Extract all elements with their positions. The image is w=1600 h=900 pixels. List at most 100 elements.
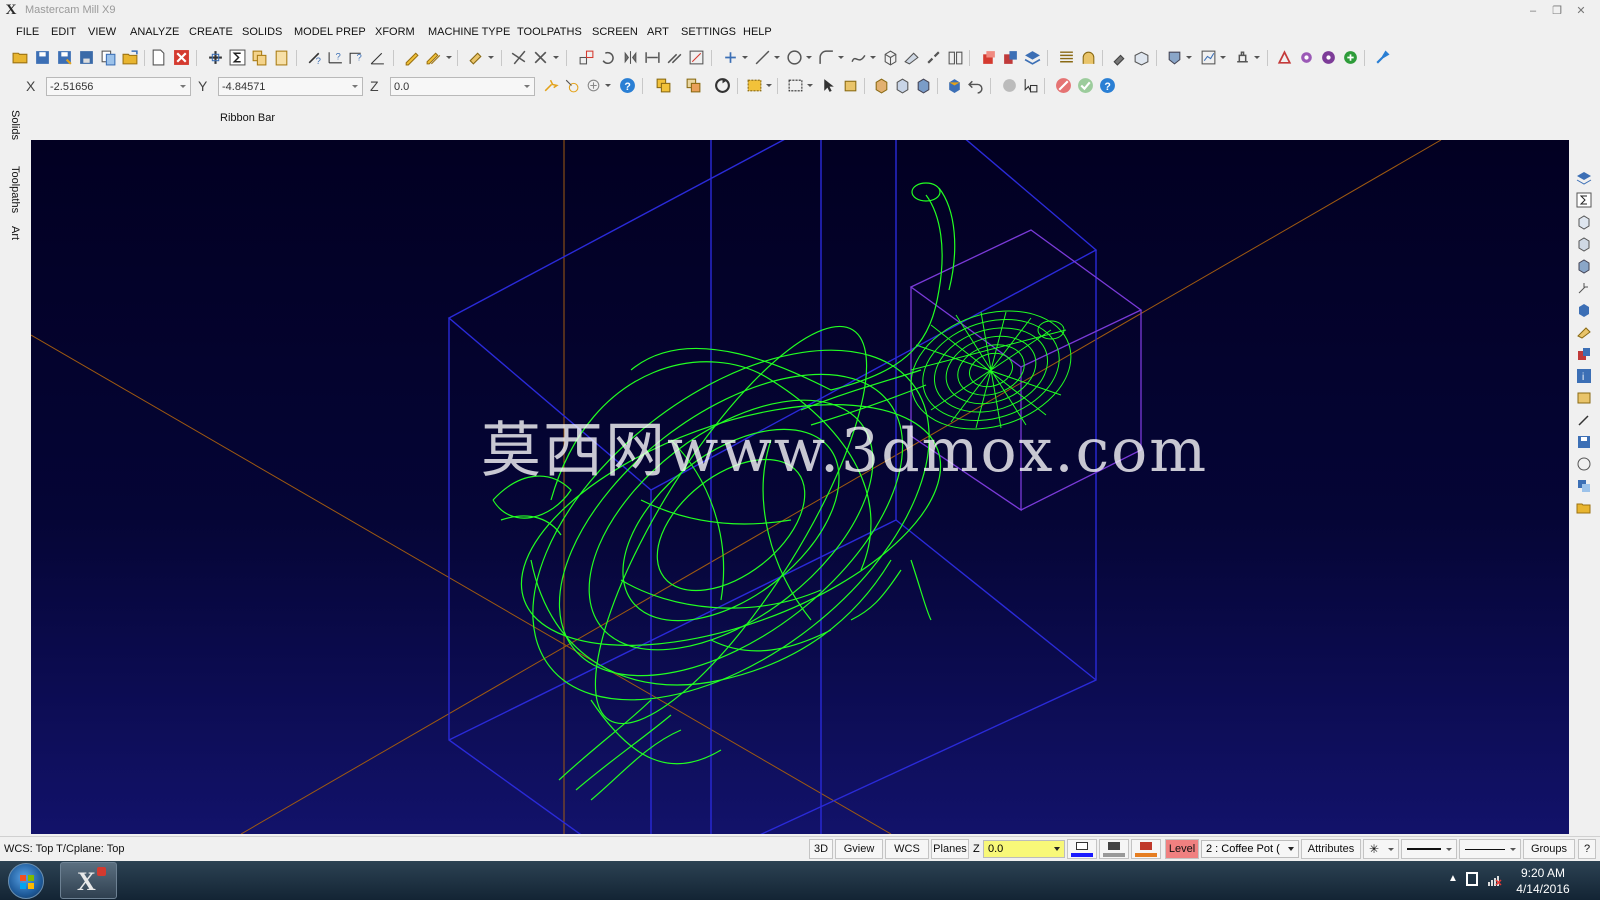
create-box-icon[interactable] bbox=[882, 49, 899, 66]
line-width-select[interactable] bbox=[1459, 839, 1521, 859]
relative-point-icon[interactable] bbox=[585, 77, 602, 94]
solid-view-icon[interactable] bbox=[1576, 302, 1592, 318]
stock-icon[interactable] bbox=[1576, 390, 1592, 406]
help-circle-icon[interactable]: ? bbox=[619, 77, 636, 94]
level-button[interactable]: Level bbox=[1165, 839, 1199, 859]
customize-icon[interactable] bbox=[1374, 49, 1391, 66]
autocursor-icon[interactable] bbox=[542, 77, 559, 94]
z-coordinate-input[interactable] bbox=[394, 79, 519, 94]
menu-settings[interactable]: SETTINGS bbox=[681, 26, 736, 38]
solids-boolean-icon[interactable] bbox=[1002, 49, 1019, 66]
y-coordinate-field[interactable] bbox=[218, 77, 363, 96]
dropdown-arrow-icon[interactable] bbox=[766, 84, 772, 87]
gear-icon[interactable] bbox=[1298, 49, 1315, 66]
solid-body-icon[interactable] bbox=[915, 77, 932, 94]
recycle-icon[interactable] bbox=[1342, 49, 1359, 66]
dropdown-arrow-icon[interactable] bbox=[488, 56, 494, 59]
dropdown-arrow-icon[interactable] bbox=[1220, 56, 1226, 59]
select-only-icon[interactable] bbox=[685, 77, 702, 94]
chevron-down-icon[interactable] bbox=[180, 85, 186, 88]
minimize-icon[interactable]: – bbox=[1522, 3, 1544, 19]
xform-offset-icon[interactable] bbox=[666, 49, 683, 66]
z-depth-field[interactable]: 0.0 bbox=[983, 840, 1065, 858]
stock-setup-icon[interactable] bbox=[1133, 49, 1150, 66]
toolpath-arch-icon[interactable] bbox=[1080, 49, 1097, 66]
close-icon[interactable]: ✕ bbox=[1570, 3, 1592, 19]
merge-icon[interactable] bbox=[100, 49, 117, 66]
ok-circle-icon[interactable] bbox=[1077, 77, 1094, 94]
shaded-view-icon[interactable] bbox=[946, 77, 963, 94]
copy-layers-icon[interactable] bbox=[1576, 478, 1592, 494]
chevron-down-icon[interactable] bbox=[1510, 848, 1516, 851]
restore-icon[interactable]: ❐ bbox=[1546, 3, 1568, 19]
menu-analyze[interactable]: ANALYZE bbox=[130, 26, 179, 38]
xform-scale-icon[interactable] bbox=[688, 49, 705, 66]
info-icon[interactable]: i bbox=[1576, 368, 1592, 384]
menu-screen[interactable]: SCREEN bbox=[592, 26, 638, 38]
wcs-button[interactable]: WCS bbox=[885, 839, 929, 859]
help-icon[interactable]: ? bbox=[1099, 77, 1116, 94]
chevron-down-icon[interactable] bbox=[1054, 847, 1060, 851]
gear-settings-icon[interactable] bbox=[1320, 49, 1337, 66]
dropdown-arrow-icon[interactable] bbox=[806, 56, 812, 59]
dropdown-arrow-icon[interactable] bbox=[774, 56, 780, 59]
open-folder-icon[interactable] bbox=[12, 49, 29, 66]
taskbar-mastercam-button[interactable]: X bbox=[60, 862, 117, 899]
menu-xform[interactable]: XFORM bbox=[375, 26, 415, 38]
solids-layers-icon[interactable] bbox=[1024, 49, 1041, 66]
menu-machine-type[interactable]: MACHINE TYPE bbox=[428, 26, 510, 38]
show-hidden-icons-icon[interactable]: ▲ bbox=[1448, 873, 1458, 884]
save-some-icon[interactable] bbox=[78, 49, 95, 66]
solid-face-icon[interactable] bbox=[873, 77, 890, 94]
x-coordinate-field[interactable] bbox=[46, 77, 191, 96]
clock-time[interactable]: 9:20 AM bbox=[1508, 866, 1578, 880]
dropdown-arrow-icon[interactable] bbox=[1254, 56, 1260, 59]
menu-edit[interactable]: EDIT bbox=[51, 26, 76, 38]
menu-create[interactable]: CREATE bbox=[189, 26, 233, 38]
solid-color-icon[interactable] bbox=[1576, 346, 1592, 362]
create-circle-icon[interactable] bbox=[786, 49, 803, 66]
create-spline-icon[interactable] bbox=[850, 49, 867, 66]
save-icon[interactable] bbox=[1576, 434, 1592, 450]
chevron-down-icon[interactable] bbox=[1446, 848, 1452, 851]
create-book-icon[interactable] bbox=[947, 49, 964, 66]
verify-icon[interactable] bbox=[1166, 49, 1183, 66]
level-manager-icon[interactable] bbox=[1576, 170, 1592, 186]
color-button[interactable] bbox=[1067, 839, 1097, 859]
sum-icon[interactable] bbox=[1576, 192, 1592, 208]
pencil-multi-icon[interactable] bbox=[425, 49, 442, 66]
circle-icon[interactable] bbox=[1576, 456, 1592, 472]
tab-art[interactable]: Art bbox=[9, 226, 21, 240]
menu-solids[interactable]: SOLIDS bbox=[242, 26, 282, 38]
folder-icon[interactable] bbox=[1576, 500, 1592, 516]
tab-toolpaths[interactable]: Toolpaths bbox=[9, 166, 21, 213]
save-icon[interactable] bbox=[34, 49, 51, 66]
y-coordinate-input[interactable] bbox=[222, 79, 347, 94]
dropdown-arrow-icon[interactable] bbox=[553, 56, 559, 59]
snap-icon[interactable] bbox=[1001, 77, 1018, 94]
solids-extrude-icon[interactable] bbox=[980, 49, 997, 66]
xform-stretch-icon[interactable] bbox=[644, 49, 661, 66]
save-as-icon[interactable] bbox=[56, 49, 73, 66]
create-point-icon[interactable] bbox=[722, 49, 739, 66]
analyze-entity-icon[interactable]: ? bbox=[306, 49, 323, 66]
toolpath-list-icon[interactable] bbox=[1058, 49, 1075, 66]
action-center-icon[interactable] bbox=[1466, 872, 1478, 886]
rectangle-select-icon[interactable] bbox=[787, 77, 804, 94]
menu-model-prep[interactable]: MODEL PREP bbox=[294, 26, 366, 38]
dropdown-arrow-icon[interactable] bbox=[742, 56, 748, 59]
dropdown-arrow-icon[interactable] bbox=[870, 56, 876, 59]
window-select-icon[interactable] bbox=[746, 77, 763, 94]
create-fillet-icon[interactable] bbox=[818, 49, 835, 66]
analyze-distance-icon[interactable]: ? bbox=[348, 49, 365, 66]
dropdown-arrow-icon[interactable] bbox=[605, 84, 611, 87]
groups-button[interactable]: Groups bbox=[1523, 839, 1575, 859]
new-file-icon[interactable] bbox=[150, 49, 167, 66]
level-select[interactable]: 2 : Coffee Pot ( bbox=[1201, 840, 1299, 858]
solid-color-button[interactable] bbox=[1131, 839, 1161, 859]
paste-icon[interactable] bbox=[273, 49, 290, 66]
sum-icon[interactable] bbox=[229, 49, 246, 66]
status-help-button[interactable]: ? bbox=[1578, 839, 1596, 859]
xform-mirror-icon[interactable] bbox=[622, 49, 639, 66]
cancel-circle-icon[interactable] bbox=[1055, 77, 1072, 94]
